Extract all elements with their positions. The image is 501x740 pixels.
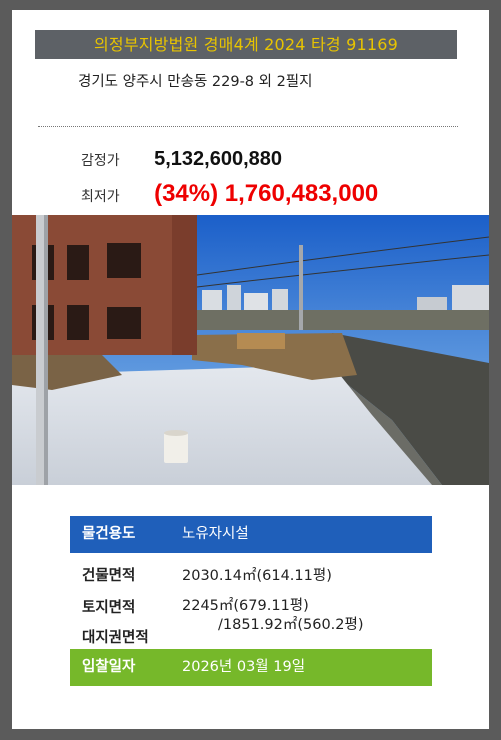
appraised-price-value: 5,132,600,880 bbox=[154, 148, 282, 170]
appraised-price-row: 감정가 5,132,600,880 bbox=[81, 148, 282, 171]
minimum-price-value: (34%) 1,760,483,000 bbox=[154, 180, 379, 207]
bid-date-label: 입찰일자 bbox=[82, 659, 136, 675]
minimum-price-label: 최저가 bbox=[81, 189, 120, 205]
auction-card: 의정부지방법원 경매4계 2024 타경 91169 경기도 양주시 만송동 2… bbox=[12, 10, 489, 729]
appraised-price-label: 감정가 bbox=[81, 153, 120, 169]
property-use-label: 물건용도 bbox=[82, 526, 136, 542]
land-area-value: 2245㎡(679.11평) bbox=[182, 598, 309, 614]
court-case-title: 의정부지방법원 경매4계 2024 타경 91169 bbox=[35, 30, 457, 59]
property-address: 경기도 양주시 만송동 229-8 외 2필지 bbox=[78, 74, 313, 90]
bid-date-row: 입찰일자 2026년 03월 19일 bbox=[70, 649, 432, 686]
building-area-value: 2030.14㎡(614.11평) bbox=[182, 568, 332, 584]
property-use-value: 노유자시설 bbox=[182, 526, 249, 542]
dotted-divider bbox=[38, 126, 458, 127]
property-photo bbox=[12, 215, 489, 485]
land-right-area-value: /1851.92㎡(560.2평) bbox=[218, 617, 364, 633]
bid-date-value: 2026년 03월 19일 bbox=[182, 659, 306, 675]
land-area-label: 토지면적 bbox=[82, 600, 136, 616]
minimum-price-row: 최저가 (34%) 1,760,483,000 bbox=[81, 180, 378, 208]
building-area-label: 건물면적 bbox=[82, 568, 136, 584]
property-use-row: 물건용도 노유자시설 bbox=[70, 516, 432, 553]
land-right-area-label: 대지권면적 bbox=[82, 630, 149, 646]
